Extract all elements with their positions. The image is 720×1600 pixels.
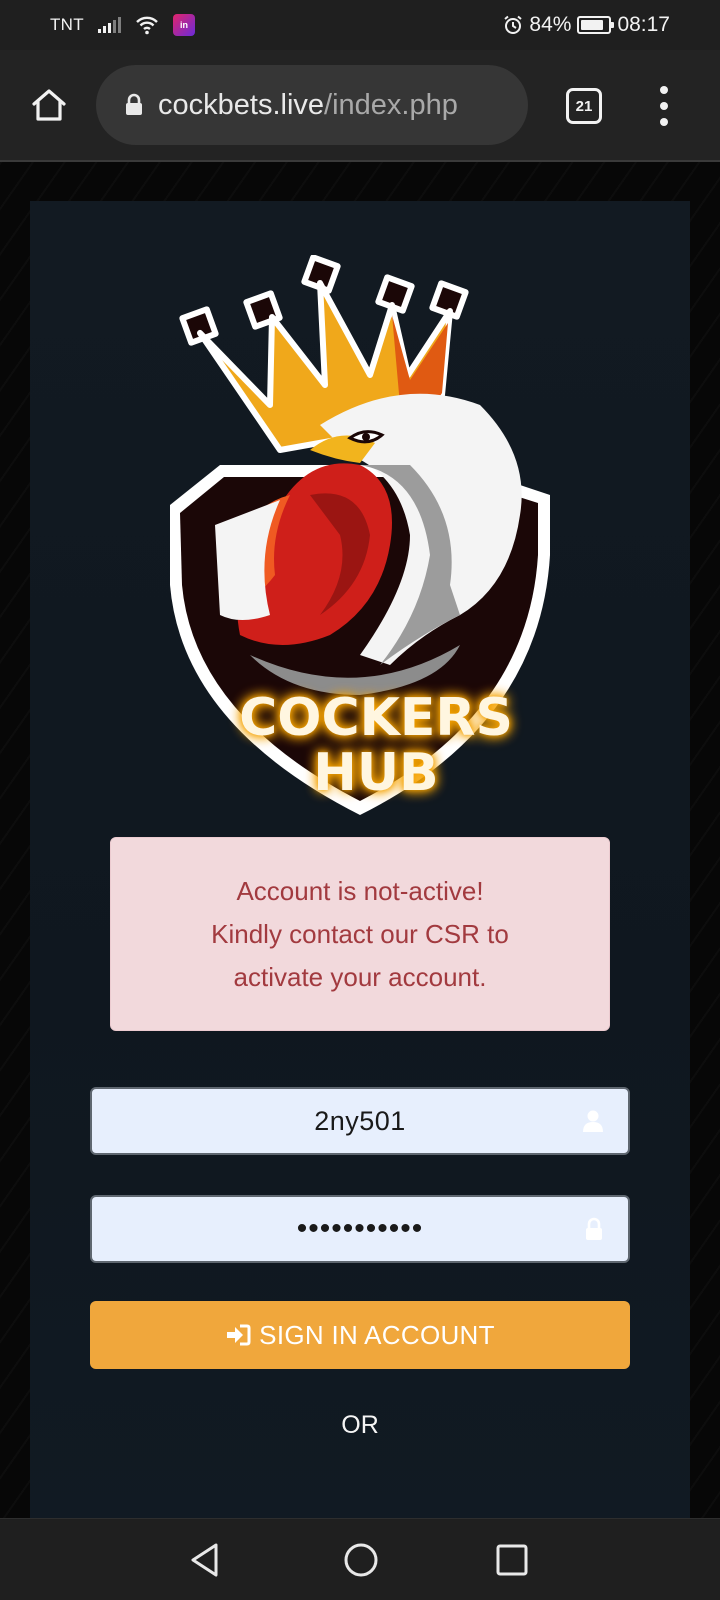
signal-icon — [97, 17, 121, 33]
user-icon — [582, 1109, 604, 1133]
password-value: ••••••••••• — [296, 1212, 424, 1245]
url-domain: cockbets.live — [158, 88, 325, 121]
sign-in-button[interactable]: SIGN IN ACCOUNT — [90, 1301, 630, 1369]
or-divider: OR — [341, 1411, 379, 1439]
home-icon[interactable] — [26, 82, 72, 128]
battery-icon — [577, 16, 615, 34]
tab-count: 21 — [575, 97, 593, 115]
browser-toolbar: cockbets.live/index.php 21 — [0, 50, 720, 162]
login-card: COCKERS HUB Account is not-active! Kindl… — [30, 201, 690, 1518]
alert-line-3: activate your account. — [233, 962, 487, 992]
username-value: 2ny501 — [314, 1105, 406, 1136]
carrier-label: TNT — [50, 15, 84, 34]
recents-icon[interactable] — [490, 1538, 534, 1582]
url-path: /index.php — [324, 88, 458, 121]
sign-in-label: SIGN IN ACCOUNT — [259, 1319, 495, 1350]
logo-line-2: HUB — [313, 743, 438, 803]
alarm-icon — [503, 15, 523, 35]
logo-line-1: COCKERS — [239, 688, 513, 748]
lock-icon — [124, 93, 144, 117]
alert-line-2: Kindly contact our CSR to — [211, 919, 509, 949]
cockers-hub-logo: COCKERS HUB — [170, 255, 550, 815]
padlock-icon — [584, 1217, 604, 1241]
tabs-icon[interactable]: 21 — [566, 88, 602, 124]
clock: 08:17 — [617, 13, 670, 36]
account-inactive-alert: Account is not-active! Kindly contact ou… — [110, 837, 610, 1031]
sign-in-icon — [225, 1323, 251, 1347]
password-field[interactable]: ••••••••••• — [90, 1195, 630, 1263]
status-left: TNT in — [50, 14, 195, 36]
battery-percent: 84% — [529, 13, 572, 36]
more-vert-icon[interactable] — [652, 86, 676, 126]
app-notification-icon: in — [172, 14, 195, 36]
system-nav-bar — [0, 1518, 720, 1600]
home-circle-icon[interactable] — [339, 1538, 383, 1582]
alert-line-1: Account is not-active! — [236, 876, 484, 906]
back-icon[interactable] — [183, 1538, 227, 1582]
status-right: 84% 08:17 — [503, 0, 670, 50]
web-page: COCKERS HUB Account is not-active! Kindl… — [0, 162, 720, 1518]
wifi-icon — [135, 15, 159, 35]
address-bar[interactable]: cockbets.live/index.php — [96, 65, 528, 145]
battery-fill — [581, 20, 604, 30]
status-bar: TNT in 84% 08:17 — [0, 0, 720, 50]
url-text: cockbets.live/index.php — [158, 89, 458, 122]
username-field[interactable]: 2ny501 — [90, 1087, 630, 1155]
